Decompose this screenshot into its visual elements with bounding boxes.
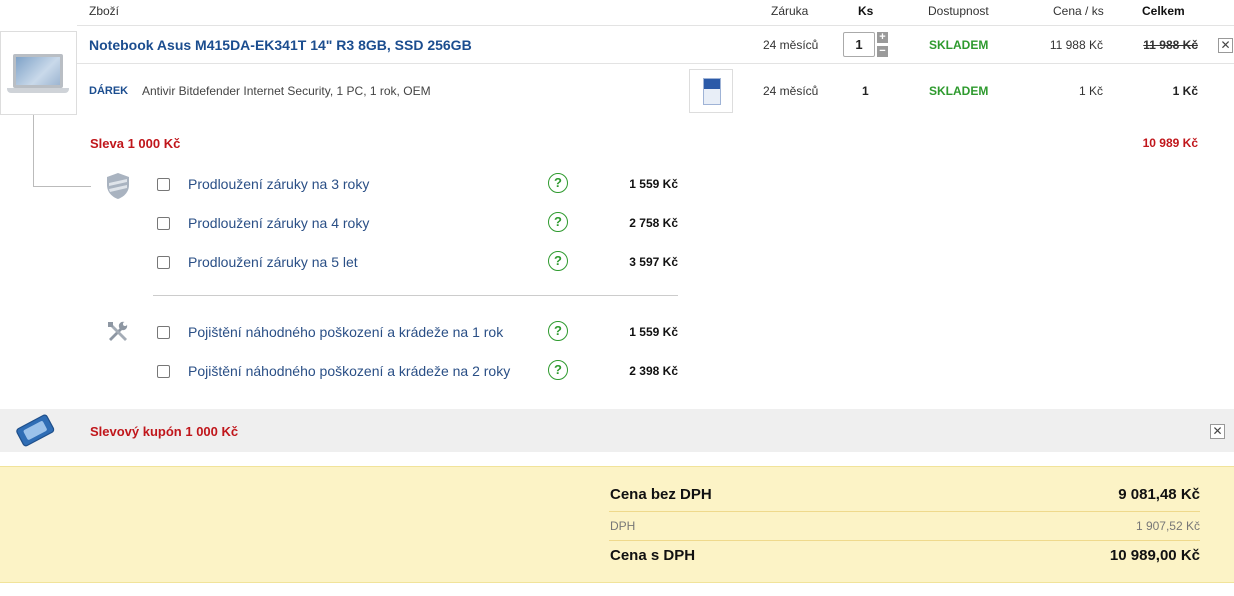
service-checkbox[interactable] — [157, 365, 170, 378]
product-availability: SKLADEM — [929, 38, 989, 52]
quantity-input[interactable]: 1 — [843, 32, 875, 57]
tools-icon — [108, 321, 128, 341]
service-label[interactable]: Pojištění náhodného poškození a krádeže … — [188, 324, 503, 340]
price-without-vat-value: 9 081,48 Kč — [1118, 486, 1200, 503]
order-summary: Cena bez DPH 9 081,48 Kč DPH 1 907,52 Kč… — [0, 466, 1234, 583]
service-label[interactable]: Pojištění náhodného poškození a krádeže … — [188, 363, 510, 379]
remove-coupon-button[interactable]: ✕ — [1210, 424, 1225, 439]
summary-divider — [609, 540, 1200, 541]
coupon-label: Slevový kupón 1 000 Kč — [90, 424, 239, 439]
gift-availability: SKLADEM — [929, 84, 989, 98]
gift-label: DÁREK — [89, 85, 129, 97]
price-with-vat-label: Cena s DPH — [610, 547, 696, 564]
qty-minus-button[interactable]: − — [877, 46, 888, 57]
vat-value: 1 907,52 Kč — [1135, 519, 1200, 533]
vat-label: DPH — [610, 519, 636, 533]
help-icon[interactable]: ? — [548, 321, 568, 341]
service-price: 2 398 Kč — [629, 364, 678, 378]
header-divider — [77, 25, 1234, 26]
gift-warranty: 24 měsíců — [763, 84, 819, 98]
discounted-total: 10 989 Kč — [1142, 136, 1198, 150]
service-price: 2 758 Kč — [629, 216, 678, 230]
help-icon[interactable]: ? — [548, 212, 568, 232]
product-unit-price: 11 988 Kč — [1049, 38, 1103, 52]
col-header-qty: Ks — [858, 4, 874, 18]
col-header-unit-price: Cena / ks — [1053, 4, 1104, 18]
service-price: 1 559 Kč — [629, 325, 678, 339]
services-separator — [153, 295, 678, 296]
price-without-vat-label: Cena bez DPH — [610, 486, 712, 503]
qty-plus-button[interactable]: + — [877, 32, 888, 43]
service-checkbox[interactable] — [157, 178, 170, 191]
product-warranty: 24 měsíců — [763, 38, 819, 52]
tree-connector-vertical — [33, 115, 34, 187]
service-checkbox[interactable] — [157, 256, 170, 269]
product-divider — [77, 63, 1234, 64]
discount-label: Sleva 1 000 Kč — [90, 136, 181, 151]
laptop-image-base — [7, 88, 69, 93]
gift-unit-price: 1 Kč — [1078, 84, 1103, 98]
software-box-icon — [703, 78, 721, 105]
gift-quantity: 1 — [862, 84, 869, 98]
help-icon[interactable]: ? — [548, 251, 568, 271]
product-thumbnail[interactable] — [0, 31, 77, 115]
col-header-total: Celkem — [1142, 4, 1185, 18]
price-with-vat-value: 10 989,00 Kč — [1109, 547, 1200, 564]
service-label[interactable]: Prodloužení záruky na 4 roky — [188, 215, 369, 231]
service-checkbox[interactable] — [157, 217, 170, 230]
service-label[interactable]: Prodloužení záruky na 5 let — [188, 254, 358, 270]
product-total-original: 11 988 Kč — [1143, 38, 1198, 52]
summary-divider — [609, 511, 1200, 512]
service-price: 1 559 Kč — [629, 177, 678, 191]
col-header-warranty: Záruka — [771, 4, 809, 18]
help-icon[interactable]: ? — [548, 173, 568, 193]
gift-thumbnail[interactable] — [689, 69, 733, 113]
help-icon[interactable]: ? — [548, 360, 568, 380]
service-checkbox[interactable] — [157, 326, 170, 339]
service-label[interactable]: Prodloužení záruky na 3 roky — [188, 176, 369, 192]
service-price: 3 597 Kč — [629, 255, 678, 269]
shield-icon — [107, 173, 129, 199]
col-header-product: Zboží — [89, 4, 120, 18]
tree-connector-horizontal — [33, 186, 91, 187]
laptop-image-lid — [13, 54, 63, 88]
remove-product-button[interactable]: ✕ — [1218, 38, 1233, 53]
gift-total: 1 Kč — [1172, 84, 1198, 98]
coupon-icon — [16, 414, 55, 447]
col-header-availability: Dostupnost — [928, 4, 989, 18]
gift-name[interactable]: Antivir Bitdefender Internet Security, 1… — [142, 84, 431, 98]
product-title-link[interactable]: Notebook Asus M415DA-EK341T 14" R3 8GB, … — [89, 37, 472, 53]
